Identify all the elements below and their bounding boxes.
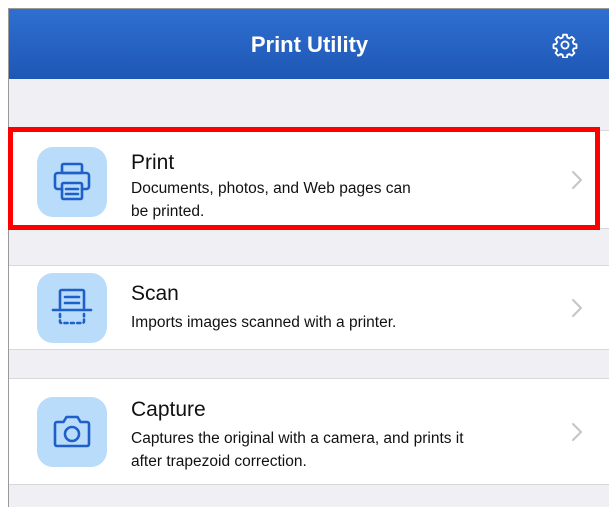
menu-item-print-description-line2: be printed. (131, 203, 205, 220)
menu-item-print-title: Print (131, 151, 175, 174)
menu-item-capture-title: Capture (131, 398, 206, 421)
scan-icon-tile (37, 273, 107, 343)
gear-icon[interactable] (552, 32, 578, 58)
menu-item-capture-description-line2: after trapezoid correction. (131, 453, 307, 470)
printer-icon (53, 162, 91, 201)
page-title: Print Utility (250, 32, 369, 57)
chevron-right-icon (572, 299, 582, 317)
scanner-icon (51, 288, 93, 325)
app-frame: Print Utility Print Documents, photos, a… (8, 8, 609, 507)
menu-item-print[interactable]: Print Documents, photos, and Web pages c… (9, 130, 609, 229)
menu-item-scan-description: Imports images scanned with a printer. (131, 314, 397, 331)
navigation-bar: Print Utility (9, 9, 609, 79)
print-icon-tile (37, 147, 107, 217)
chevron-right-icon (572, 171, 582, 189)
camera-icon (53, 415, 91, 448)
menu-item-capture[interactable]: Capture Captures the original with a cam… (9, 378, 609, 485)
menu-item-scan-title: Scan (131, 282, 179, 305)
menu-item-print-description-line1: Documents, photos, and Web pages can (131, 180, 411, 197)
menu-item-scan[interactable]: Scan Imports images scanned with a print… (9, 265, 609, 350)
chevron-right-icon (572, 423, 582, 441)
menu-item-capture-description-line1: Captures the original with a camera, and… (131, 430, 464, 447)
capture-icon-tile (37, 397, 107, 467)
